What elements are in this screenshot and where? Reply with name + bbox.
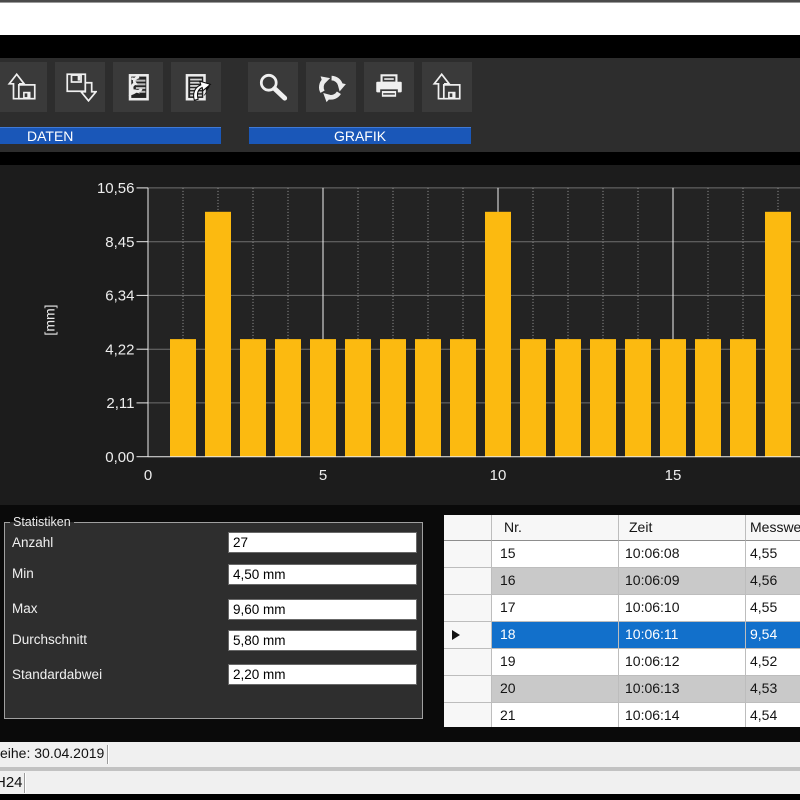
svg-text:10,56: 10,56 [97, 180, 135, 197]
svg-text:5: 5 [319, 467, 327, 484]
svg-text:0: 0 [144, 467, 152, 484]
svg-text:15: 15 [665, 467, 682, 484]
svg-text:2,11: 2,11 [106, 395, 134, 412]
svg-text:8,45: 8,45 [105, 234, 134, 251]
svg-text:4,22: 4,22 [105, 341, 134, 358]
svg-text:6,34: 6,34 [105, 288, 134, 305]
svg-text:0,00: 0,00 [105, 449, 134, 466]
svg-text:[mm]: [mm] [42, 304, 58, 335]
svg-text:10: 10 [490, 467, 507, 484]
